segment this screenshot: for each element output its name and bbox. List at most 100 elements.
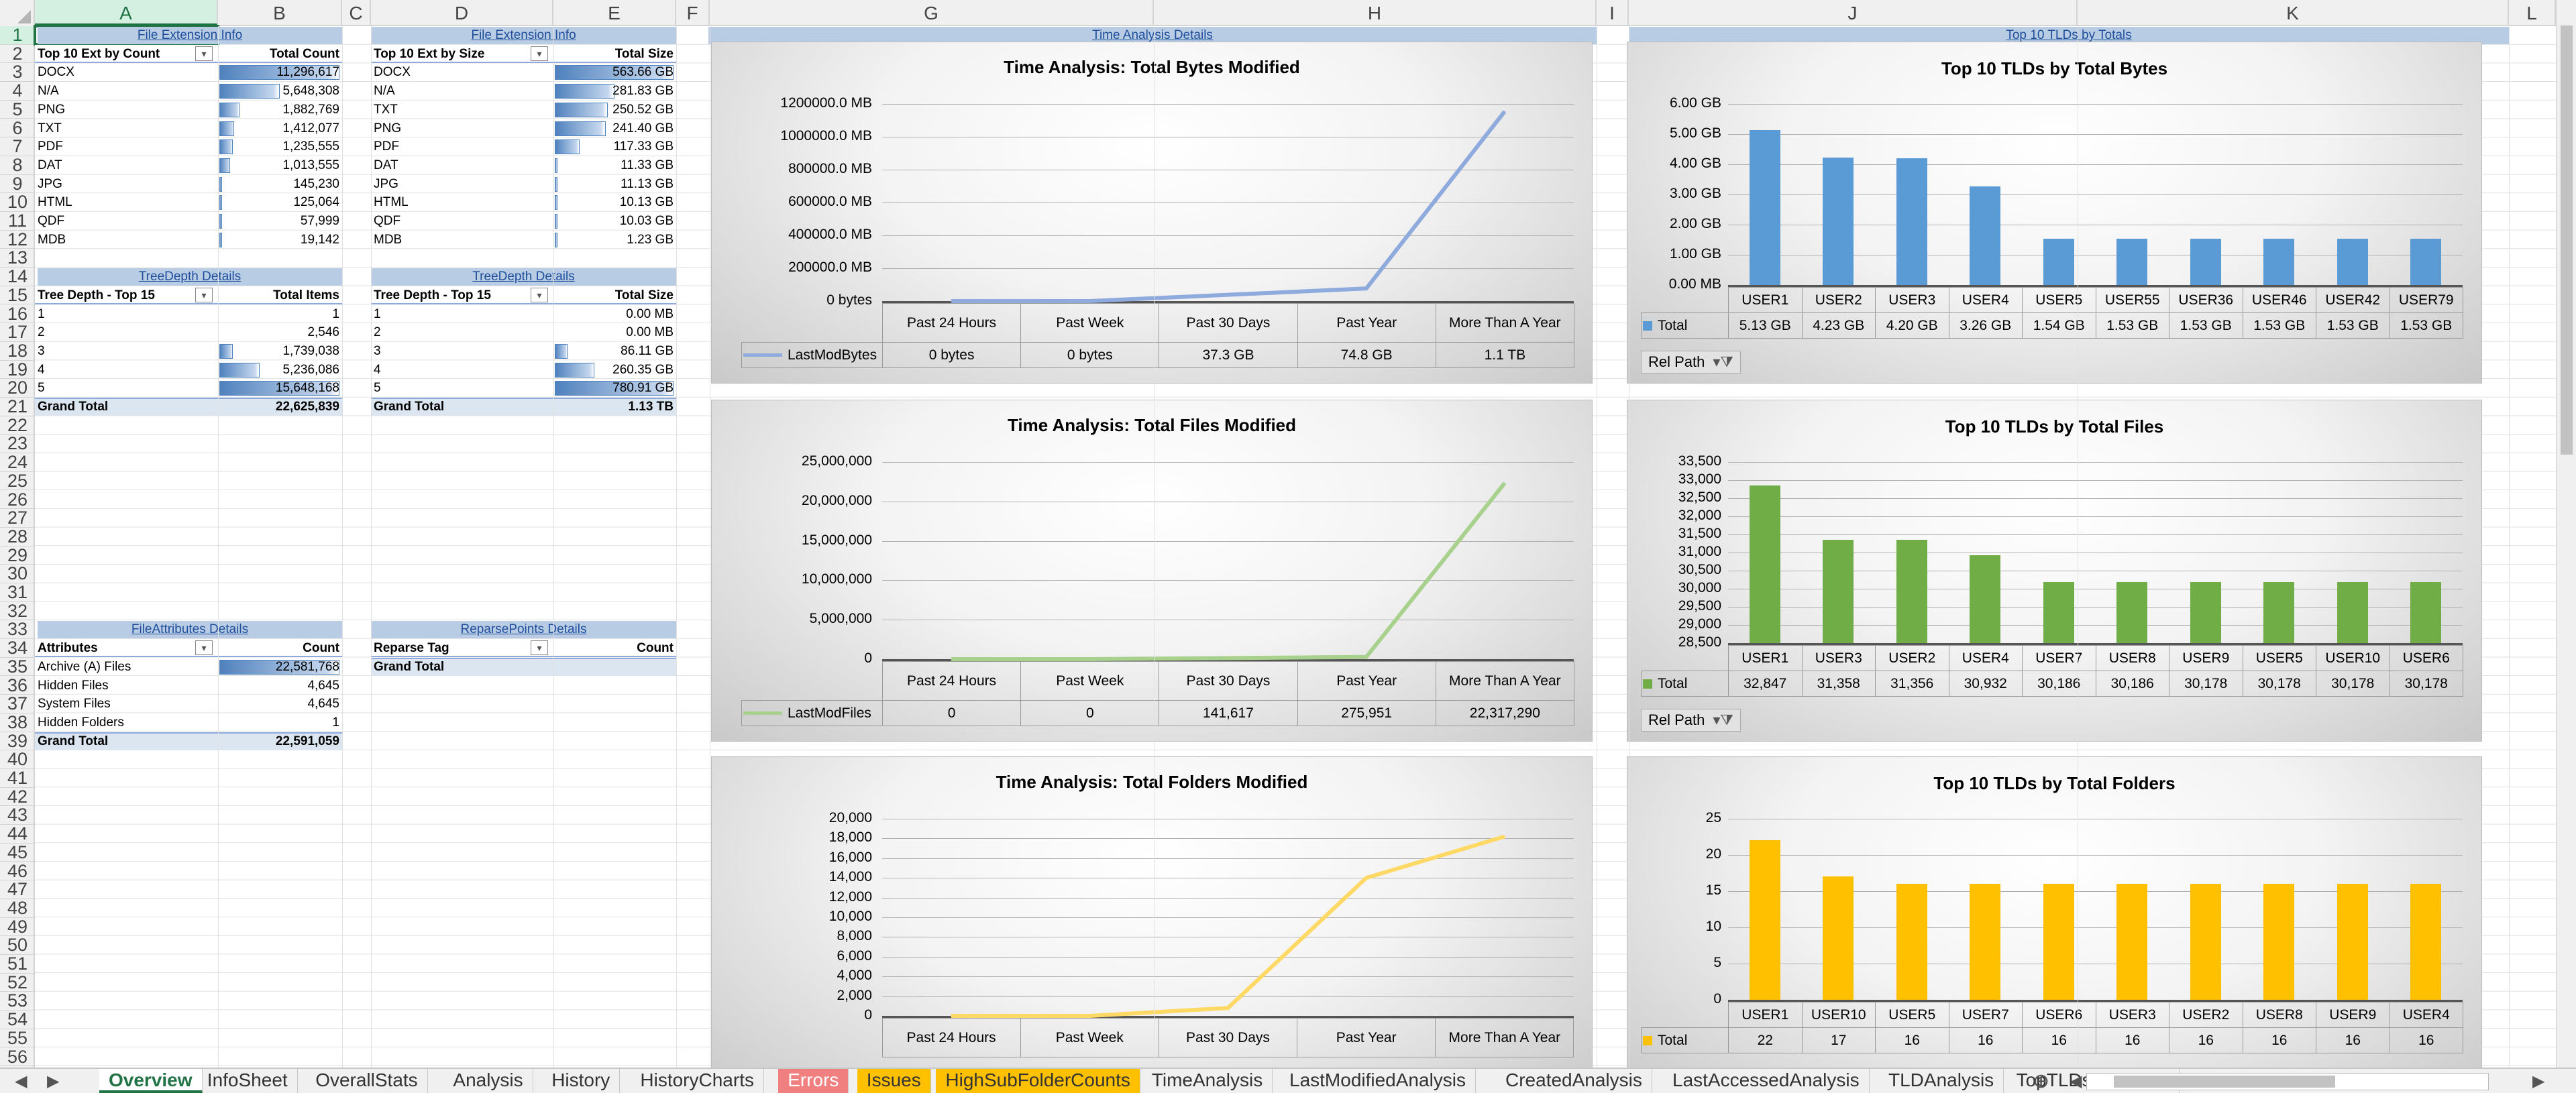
- ext-count-filter-icon[interactable]: ▾: [195, 46, 213, 61]
- row-header-15[interactable]: 15: [0, 286, 35, 305]
- tab-tldanalysis[interactable]: TLDAnalysis: [1879, 1069, 2004, 1093]
- row-header-52[interactable]: 52: [0, 973, 35, 992]
- row-header-20[interactable]: 20: [0, 379, 35, 398]
- row-header-33[interactable]: 33: [0, 620, 35, 640]
- bar-USER55[interactable]: [2116, 239, 2148, 285]
- row-header-8[interactable]: 8: [0, 156, 35, 175]
- column-header-i[interactable]: I: [1597, 0, 1629, 26]
- row-header-37[interactable]: 37: [0, 694, 35, 713]
- horizontal-scroll-thumb[interactable]: [2114, 1076, 2335, 1088]
- attrs-filter-icon[interactable]: ▾: [195, 640, 213, 656]
- row-header-39[interactable]: 39: [0, 732, 35, 751]
- row-header-34[interactable]: 34: [0, 638, 35, 658]
- bar-USER5[interactable]: [2263, 582, 2295, 643]
- bar-USER10[interactable]: [2337, 582, 2368, 643]
- column-header-a[interactable]: A: [35, 0, 218, 26]
- column-header-h[interactable]: H: [1154, 0, 1597, 26]
- row-header-35[interactable]: 35: [0, 657, 35, 677]
- bar-USER3[interactable]: [2116, 884, 2148, 1000]
- row-header-31[interactable]: 31: [0, 583, 35, 602]
- band-file-extension-size[interactable]: File Extension Info: [371, 27, 676, 44]
- column-header-l[interactable]: L: [2509, 0, 2556, 26]
- row-header-23[interactable]: 23: [0, 435, 35, 454]
- bar-USER4[interactable]: [1970, 555, 2001, 643]
- bar-USER7[interactable]: [2043, 581, 2074, 643]
- tab-analysis[interactable]: Analysis: [443, 1069, 533, 1093]
- scroll-right-icon[interactable]: ▶: [2532, 1072, 2544, 1091]
- bar-USER1[interactable]: [1749, 840, 1780, 1000]
- row-header-19[interactable]: 19: [0, 360, 35, 380]
- bar-USER1[interactable]: [1749, 130, 1780, 285]
- bar-USER3[interactable]: [1896, 158, 1927, 285]
- bar-USER2[interactable]: [1896, 539, 1927, 643]
- column-header-b[interactable]: B: [218, 0, 342, 26]
- column-header-j[interactable]: J: [1629, 0, 2078, 26]
- row-header-21[interactable]: 21: [0, 397, 35, 416]
- reparse-filter-icon[interactable]: ▾: [531, 640, 548, 656]
- row-header-7[interactable]: 7: [0, 137, 35, 156]
- row-header-1[interactable]: 1: [0, 25, 35, 45]
- bar-USER6[interactable]: [2043, 884, 2074, 1000]
- tab-nav-prev-icon[interactable]: ◀: [15, 1072, 27, 1091]
- bar-USER6[interactable]: [2410, 582, 2442, 643]
- bar-USER9[interactable]: [2190, 582, 2221, 643]
- bar-USER5[interactable]: [2043, 238, 2074, 285]
- tld-chart-1[interactable]: Top 10 TLDs by Total Bytes 6.00 GB 5.00 GB…: [1627, 42, 2482, 384]
- bar-USER36[interactable]: [2190, 239, 2221, 285]
- band-reparsepoints[interactable]: ReparsePoints Details: [371, 621, 676, 639]
- column-header-f[interactable]: F: [676, 0, 710, 26]
- row-header-48[interactable]: 48: [0, 899, 35, 918]
- vertical-scrollbar[interactable]: [2556, 0, 2576, 1068]
- row-header-41[interactable]: 41: [0, 768, 35, 788]
- tree-size-filter-icon[interactable]: ▾: [531, 287, 548, 302]
- time-chart-1[interactable]: Time Analysis: Total Bytes Modified 12000…: [711, 42, 1593, 384]
- row-header-43[interactable]: 43: [0, 806, 35, 825]
- row-header-49[interactable]: 49: [0, 917, 35, 937]
- row-header-17[interactable]: 17: [0, 323, 35, 342]
- row-header-56[interactable]: 56: [0, 1047, 35, 1067]
- bar-USER10[interactable]: [1823, 876, 1854, 1000]
- tree-items-filter-icon[interactable]: ▾: [195, 287, 213, 302]
- row-header-51[interactable]: 51: [0, 954, 35, 974]
- row-header-30[interactable]: 30: [0, 565, 35, 583]
- band-treedepth-items[interactable]: TreeDepth Details: [38, 268, 342, 286]
- ext-size-filter-icon[interactable]: ▾: [531, 46, 548, 61]
- bar-USER5[interactable]: [1896, 884, 1927, 1000]
- select-all-corner[interactable]: [0, 0, 35, 26]
- bar-USER4[interactable]: [2410, 884, 2442, 1000]
- row-header-13[interactable]: 13: [0, 249, 35, 268]
- row-header-46[interactable]: 46: [0, 862, 35, 881]
- rel-path-filter-button[interactable]: Rel Path ▾⧩: [1641, 709, 1741, 732]
- row-header-38[interactable]: 38: [0, 713, 35, 732]
- row-header-2[interactable]: 2: [0, 44, 35, 64]
- tab-historycharts[interactable]: HistoryCharts: [631, 1069, 764, 1093]
- row-header-27[interactable]: 27: [0, 508, 35, 528]
- row-header-9[interactable]: 9: [0, 174, 35, 194]
- row-header-36[interactable]: 36: [0, 676, 35, 695]
- bar-USER4[interactable]: [1970, 186, 2001, 285]
- row-header-24[interactable]: 24: [0, 453, 35, 472]
- bar-USER7[interactable]: [1970, 884, 2001, 1000]
- tab-overallstats[interactable]: OverallStats: [306, 1069, 428, 1093]
- row-header-32[interactable]: 32: [0, 601, 35, 621]
- row-header-42[interactable]: 42: [0, 787, 35, 807]
- tab-history[interactable]: History: [542, 1069, 621, 1093]
- tab-errors[interactable]: Errors: [778, 1069, 849, 1093]
- row-header-28[interactable]: 28: [0, 527, 35, 546]
- tab-timeanalysis[interactable]: TimeAnalysis: [1142, 1069, 1273, 1093]
- row-header-26[interactable]: 26: [0, 490, 35, 510]
- band-treedepth-size[interactable]: TreeDepth Details: [371, 268, 676, 286]
- row-header-6[interactable]: 6: [0, 119, 35, 138]
- tab-overview[interactable]: Overview: [99, 1069, 203, 1093]
- time-chart-2[interactable]: Time Analysis: Total Files Modified 25,00…: [711, 400, 1593, 742]
- row-header-18[interactable]: 18: [0, 341, 35, 361]
- bar-USER8[interactable]: [2263, 884, 2295, 1000]
- tab-infosheet[interactable]: InfoSheet: [198, 1069, 298, 1093]
- row-header-5[interactable]: 5: [0, 100, 35, 119]
- band-fileattributes[interactable]: FileAttributes Details: [38, 621, 342, 639]
- horizontal-scrollbar[interactable]: [2086, 1073, 2489, 1090]
- worksheet[interactable]: ABCDEFGHIJKL 1 2 3 4 5 6 7 8 9 10 11 12 13 14 15 16 17 18…: [0, 0, 2576, 1068]
- bar-USER79[interactable]: [2410, 239, 2442, 285]
- tab-lastmodifiedanalysis[interactable]: LastModifiedAnalysis: [1280, 1069, 1477, 1093]
- row-header-40[interactable]: 40: [0, 750, 35, 769]
